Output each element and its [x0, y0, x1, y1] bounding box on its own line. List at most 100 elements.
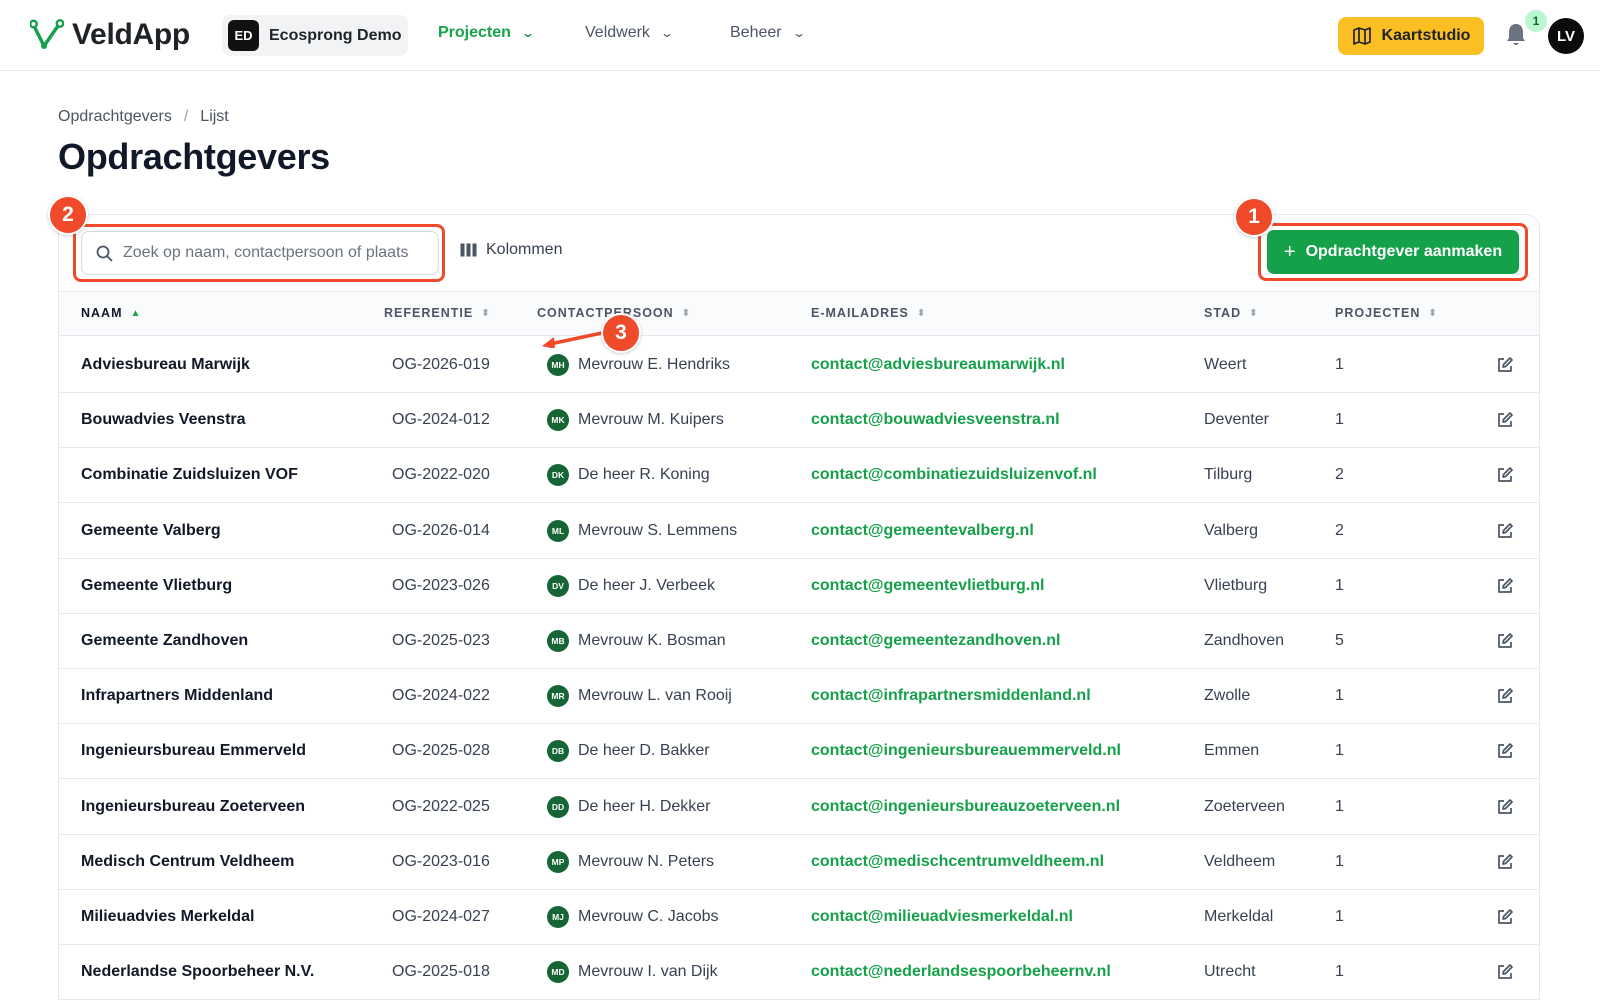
- client-city: Tilburg: [1204, 466, 1253, 484]
- table-row[interactable]: Combinatie Zuidsluizen VOF OG-2022-020 DK D…: [59, 447, 1539, 504]
- client-name[interactable]: Nederlandse Spoorbeheer N.V.: [81, 963, 314, 981]
- add-opdrachtgever-button[interactable]: + Opdrachtgever aanmaken: [1267, 230, 1519, 274]
- email-link[interactable]: contact@gemeentezandhoven.nl: [811, 632, 1060, 650]
- app-logo[interactable]: VeldApp: [30, 18, 190, 52]
- edit-icon[interactable]: [1496, 908, 1514, 926]
- client-reference: OG-2025-028: [392, 742, 490, 760]
- email-link[interactable]: contact@medischcentrumveldheem.nl: [811, 853, 1104, 871]
- nav-projecten-label: Projecten: [438, 24, 511, 41]
- columns-label: Kolommen: [486, 241, 563, 258]
- edit-icon[interactable]: [1496, 522, 1514, 540]
- table-row[interactable]: Gemeente Valberg OG-2026-014 ML Mevrouw S. …: [59, 503, 1539, 559]
- email-link[interactable]: contact@combinatiezuidsluizenvof.nl: [811, 466, 1097, 484]
- organization-switcher[interactable]: ED Ecosprong Demo: [222, 15, 408, 56]
- client-city: Veldheem: [1204, 852, 1276, 870]
- table-row[interactable]: Infrapartners Middenland OG-2024-022 MR Mev…: [59, 668, 1539, 725]
- client-reference: OG-2023-026: [392, 576, 490, 594]
- column-header-email[interactable]: E-MAILADRES ⬍: [811, 306, 925, 320]
- client-name[interactable]: Adviesbureau Marwijk: [81, 356, 250, 374]
- sort-icon: ⬍: [481, 307, 490, 319]
- column-header-projecten[interactable]: PROJECTEN ⬍: [1335, 306, 1437, 320]
- edit-icon[interactable]: [1496, 577, 1514, 595]
- table-row[interactable]: Bouwadvies Veenstra OG-2024-012 MK Mevrouw …: [59, 392, 1539, 449]
- client-name[interactable]: Milieuadvies Merkeldal: [81, 908, 254, 926]
- column-header-referentie[interactable]: REFERENTIE ⬍: [384, 306, 490, 320]
- sort-icon: ⬍: [916, 307, 926, 319]
- columns-button[interactable]: Kolommen: [460, 241, 562, 259]
- contact-name: Mevrouw L. van Rooij: [578, 687, 732, 705]
- contact-person: MJ Mevrouw C. Jacobs: [547, 906, 719, 928]
- bell-icon[interactable]: [1504, 22, 1528, 48]
- project-count: 1: [1335, 742, 1344, 760]
- email-link[interactable]: contact@infrapartnersmiddenland.nl: [811, 687, 1091, 705]
- table-toolbar: Kolommen + Opdrachtgever aanmaken: [59, 215, 1539, 292]
- table-row[interactable]: Medisch Centrum Veldheem OG-2023-016 MP Mev…: [59, 834, 1539, 890]
- table-row[interactable]: Ingenieursbureau Zoeterveen OG-2022-025 DD…: [59, 779, 1539, 835]
- edit-icon[interactable]: [1496, 853, 1514, 871]
- edit-icon[interactable]: [1496, 356, 1514, 374]
- client-name[interactable]: Gemeente Valberg: [81, 522, 221, 540]
- sort-icon: ⬍: [1428, 307, 1437, 319]
- project-count: 1: [1335, 797, 1344, 815]
- contact-name: Mevrouw E. Hendriks: [578, 356, 731, 373]
- client-name[interactable]: Bouwadvies Veenstra: [81, 411, 246, 429]
- edit-icon[interactable]: [1496, 798, 1514, 816]
- email-link[interactable]: contact@adviesbureaumarwijk.nl: [811, 356, 1065, 374]
- search-box[interactable]: [81, 231, 439, 275]
- client-city: Deventer: [1204, 411, 1269, 429]
- email-link[interactable]: contact@gemeentevlietburg.nl: [811, 577, 1044, 595]
- client-name[interactable]: Medisch Centrum Veldheem: [81, 853, 294, 871]
- edit-icon[interactable]: [1496, 466, 1514, 484]
- sort-icon: ⬍: [1249, 307, 1258, 319]
- edit-icon[interactable]: [1496, 963, 1514, 981]
- org-badge: ED: [228, 20, 259, 51]
- client-city: Emmen: [1204, 742, 1260, 760]
- client-reference: OG-2024-027: [392, 908, 490, 925]
- edit-icon[interactable]: [1496, 742, 1514, 760]
- email-link[interactable]: contact@gemeentevalberg.nl: [811, 522, 1034, 540]
- table-row[interactable]: Adviesbureau Marwijk OG-2026-019 MH Mevrouw…: [59, 337, 1539, 393]
- email-link[interactable]: contact@ingenieursbureauemmerveld.nl: [811, 742, 1121, 760]
- chevron-down-icon: ⌄: [659, 26, 674, 40]
- project-count: 2: [1335, 466, 1344, 484]
- contact-name: Mevrouw N. Peters: [578, 852, 715, 870]
- nav-beheer[interactable]: Beheer ⌄: [730, 24, 806, 42]
- search-icon: [96, 245, 113, 261]
- kaartstudio-button[interactable]: Kaartstudio: [1338, 17, 1484, 55]
- client-name[interactable]: Ingenieursbureau Emmerveld: [81, 742, 306, 760]
- contact-person: MH Mevrouw E. Hendriks: [547, 354, 730, 376]
- user-avatar[interactable]: LV: [1548, 18, 1584, 54]
- edit-icon[interactable]: [1496, 632, 1514, 650]
- column-header-stad[interactable]: STAD ⬍: [1204, 306, 1258, 320]
- client-name[interactable]: Ingenieursbureau Zoeterveen: [81, 798, 305, 816]
- opdrachtgevers-table-panel: Kolommen + Opdrachtgever aanmaken NAAM ▲…: [58, 214, 1540, 1000]
- client-city: Valberg: [1204, 521, 1258, 539]
- table-row[interactable]: Gemeente Vlietburg OG-2023-026 DV De heer J…: [59, 558, 1539, 614]
- table-row[interactable]: Nederlandse Spoorbeheer N.V. OG-2025-018 M…: [59, 944, 1539, 1000]
- nav-projecten[interactable]: Projecten ⌄: [438, 24, 535, 42]
- client-name[interactable]: Gemeente Vlietburg: [81, 577, 232, 595]
- edit-icon[interactable]: [1496, 687, 1514, 705]
- search-input[interactable]: [123, 244, 413, 262]
- client-name[interactable]: Combinatie Zuidsluizen VOF: [81, 466, 298, 484]
- table-row[interactable]: Ingenieursbureau Emmerveld OG-2025-028 DB D…: [59, 723, 1539, 780]
- email-link[interactable]: contact@nederlandsespoorbeheernv.nl: [811, 963, 1111, 981]
- annotation-marker-3: 3: [601, 313, 641, 353]
- edit-icon[interactable]: [1496, 411, 1514, 429]
- client-name[interactable]: Gemeente Zandhoven: [81, 632, 248, 650]
- table-row[interactable]: Milieuadvies Merkeldal OG-2024-027 MJ Mevro…: [59, 889, 1539, 945]
- client-name[interactable]: Infrapartners Middenland: [81, 687, 273, 705]
- table-row[interactable]: Gemeente Zandhoven OG-2025-023 MB Mevrouw K…: [59, 613, 1539, 669]
- contact-person: DB De heer D. Bakker: [547, 740, 710, 763]
- nav-veldwerk[interactable]: Veldwerk ⌄: [585, 24, 674, 42]
- email-link[interactable]: contact@milieuadviesmerkeldal.nl: [811, 908, 1073, 926]
- email-link[interactable]: contact@ingenieursbureauzoeterveen.nl: [811, 798, 1120, 816]
- client-reference: OG-2026-014: [392, 521, 490, 539]
- email-link[interactable]: contact@bouwadviesveenstra.nl: [811, 411, 1060, 429]
- contact-initials-avatar: ML: [547, 519, 569, 542]
- kaartstudio-label: Kaartstudio: [1381, 27, 1471, 44]
- breadcrumb-opdrachtgevers[interactable]: Opdrachtgevers: [58, 108, 172, 126]
- project-count: 1: [1335, 356, 1344, 373]
- column-header-naam[interactable]: NAAM ▲: [81, 306, 140, 320]
- client-city: Zoeterveen: [1204, 797, 1285, 815]
